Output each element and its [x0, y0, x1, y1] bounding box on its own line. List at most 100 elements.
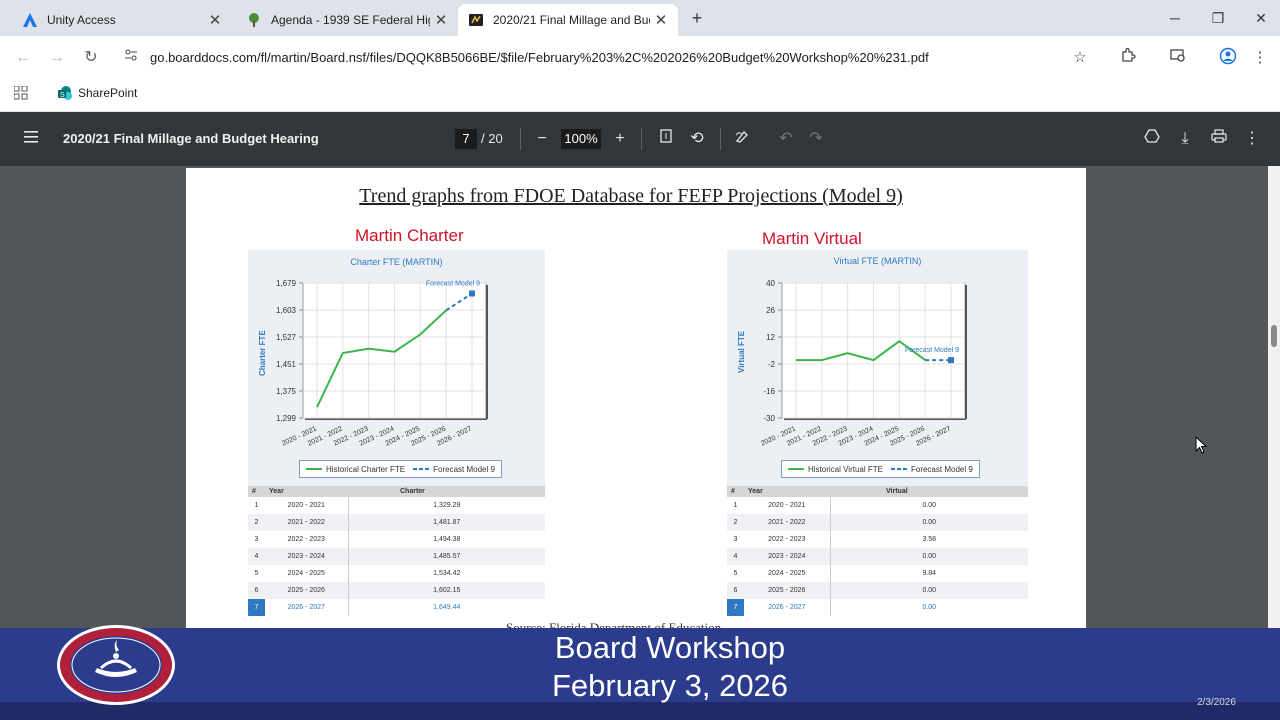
address-bar-url[interactable]: go.boarddocs.com/fl/martin/Board.nsf/fil…	[150, 50, 929, 65]
close-window-icon[interactable]: ✕	[1241, 6, 1280, 30]
bookmarks-bar	[0, 80, 1280, 112]
redo-icon[interactable]: ↷	[805, 129, 827, 149]
close-tab-icon[interactable]: ✕	[204, 11, 226, 29]
mouse-cursor-icon	[1195, 435, 1208, 454]
row-index: 5	[733, 570, 738, 577]
maximize-icon[interactable]: ❐	[1198, 6, 1238, 30]
virtual-chart-subtitle: Virtual FTE (MARTIN)	[833, 256, 922, 266]
zoom-out-icon[interactable]: −	[531, 129, 553, 149]
col-header: Year	[265, 486, 348, 497]
row-index: 6	[727, 582, 744, 599]
row-year: 2023 - 2024	[744, 548, 831, 565]
pdf-more-icon[interactable]: ⋮	[1241, 129, 1263, 149]
col-header: #	[727, 486, 744, 497]
row-index: 1	[733, 502, 738, 509]
profile-icon[interactable]	[1217, 47, 1239, 69]
bookmark-sharepoint[interactable]: S SharePoint	[57, 85, 137, 101]
row-index: 3	[733, 536, 738, 543]
legend-forecast: Forecast Model 9	[910, 464, 973, 474]
boarddocs-icon	[468, 12, 484, 28]
print-icon[interactable]	[1208, 129, 1230, 149]
y-tick-label: -2	[768, 360, 776, 369]
y-tick-label: 1,375	[276, 387, 297, 396]
table-row: 6 2025 - 2026 0.00	[727, 582, 1028, 599]
close-tab-icon[interactable]: ✕	[430, 11, 452, 29]
row-value: 3.58	[922, 536, 937, 543]
legend-historical: Historical Virtual FTE	[808, 464, 883, 474]
school-district-seal-icon	[57, 625, 175, 705]
row-value: 1,485.57	[348, 548, 545, 565]
y-tick-label: 1,299	[276, 414, 297, 423]
row-index: 4	[248, 548, 265, 565]
browser-menu-icon[interactable]: ⋮	[1249, 47, 1271, 69]
undo-icon[interactable]: ↶	[775, 129, 797, 149]
legend-swatch-forecast	[890, 468, 907, 470]
row-value: 1,602.15	[348, 582, 545, 599]
rotate-icon[interactable]: ⟲	[686, 129, 708, 149]
site-info-icon[interactable]	[120, 47, 142, 69]
slide-heading: Trend graphs from FDOE Database for FEFP…	[359, 185, 903, 207]
table-row: 6 2025 - 2026 1,602.15	[248, 582, 545, 599]
row-year: 2025 - 2026	[744, 582, 831, 599]
scrollbar-thumb[interactable]	[1271, 325, 1277, 347]
legend-swatch-historical	[788, 468, 804, 470]
row-value: 0.00	[830, 582, 1028, 599]
annotate-icon[interactable]	[732, 129, 754, 149]
apps-grid-icon[interactable]	[13, 85, 30, 102]
reading-list-icon[interactable]	[1167, 47, 1189, 69]
zoom-in-icon[interactable]: +	[609, 129, 631, 149]
tab-budget-hearing[interactable]: 2020/21 Final Millage and Budget Hearing…	[458, 4, 678, 36]
virtual-data-table: # Year Virtual 1 2020 - 2021 0.00 2 2021 - 2…	[727, 486, 1028, 616]
pdf-page: Trend graphs from FDOE Database for FEFP…	[186, 168, 1086, 628]
new-tab-button[interactable]: +	[686, 8, 708, 30]
extensions-icon[interactable]	[1117, 47, 1139, 69]
bookmark-star-icon[interactable]: ☆	[1069, 47, 1091, 69]
row-year: 2021 - 2022	[744, 514, 831, 531]
row-value: 0.00	[830, 514, 1028, 531]
source-note: Source: Florida Department of Education	[506, 620, 722, 628]
drive-save-icon[interactable]	[1141, 129, 1163, 149]
svg-text:S: S	[60, 92, 65, 99]
row-value: 1,329.29	[433, 502, 461, 509]
minimize-icon[interactable]: ─	[1155, 6, 1195, 30]
tab-agenda[interactable]: Agenda - 1939 SE Federal Highway ✕	[232, 4, 458, 36]
row-year: 2020 - 2021	[265, 497, 349, 514]
zoom-input[interactable]: 100%	[561, 129, 601, 149]
download-icon[interactable]: ⤓	[1174, 129, 1196, 149]
page-total: / 20	[481, 131, 503, 146]
y-tick-label: 12	[766, 333, 775, 342]
forecast-label: Forecast Model 9	[905, 347, 959, 354]
toolbar-divider	[641, 128, 642, 150]
pdf-menu-icon[interactable]	[24, 130, 42, 144]
row-value: 0.00	[830, 548, 1028, 565]
tab-unity-access[interactable]: Unity Access ✕	[8, 4, 232, 36]
pdf-title: 2020/21 Final Millage and Budget Hearing	[63, 131, 319, 146]
table-row: 4 2023 - 2024 1,485.57	[248, 548, 545, 565]
charter-line-chart: 1,6791,6031,5271,4511,3751,2992020 - 202…	[276, 279, 488, 448]
back-icon[interactable]: ←	[12, 47, 34, 69]
toolbar-divider	[520, 128, 521, 150]
page-number-input[interactable]: 7	[455, 129, 477, 149]
row-year: 2021 - 2022	[265, 514, 349, 531]
reload-icon[interactable]: ↻	[80, 47, 102, 69]
charter-chart-subtitle: Charter FTE (MARTIN)	[350, 257, 443, 267]
forecast-label: Forecast Model 9	[426, 281, 480, 288]
row-index: 7	[727, 599, 744, 616]
unity-logo-icon	[22, 12, 38, 28]
legend-historical: Historical Charter FTE	[326, 464, 406, 474]
row-value: 0.00	[922, 502, 937, 509]
fit-page-icon[interactable]	[655, 129, 677, 149]
forward-icon[interactable]: →	[46, 47, 68, 69]
row-value: 1,494.38	[433, 536, 461, 543]
legend-swatch-historical	[306, 468, 322, 470]
row-value: 9.84	[922, 570, 937, 577]
tab-title: 2020/21 Final Millage and Budget Hearing	[493, 13, 650, 27]
table-row: 5 2024 - 2025 9.84	[727, 565, 1028, 582]
y-tick-label: 1,451	[276, 360, 297, 369]
y-tick-label: -16	[763, 387, 775, 396]
row-value: 1,534.42	[433, 570, 461, 577]
bookmark-label: SharePoint	[78, 86, 138, 100]
scrollbar[interactable]	[1268, 166, 1280, 628]
close-tab-icon[interactable]: ✕	[650, 11, 672, 29]
virtual-legend: Historical Virtual FTE Forecast Model 9	[781, 460, 980, 478]
